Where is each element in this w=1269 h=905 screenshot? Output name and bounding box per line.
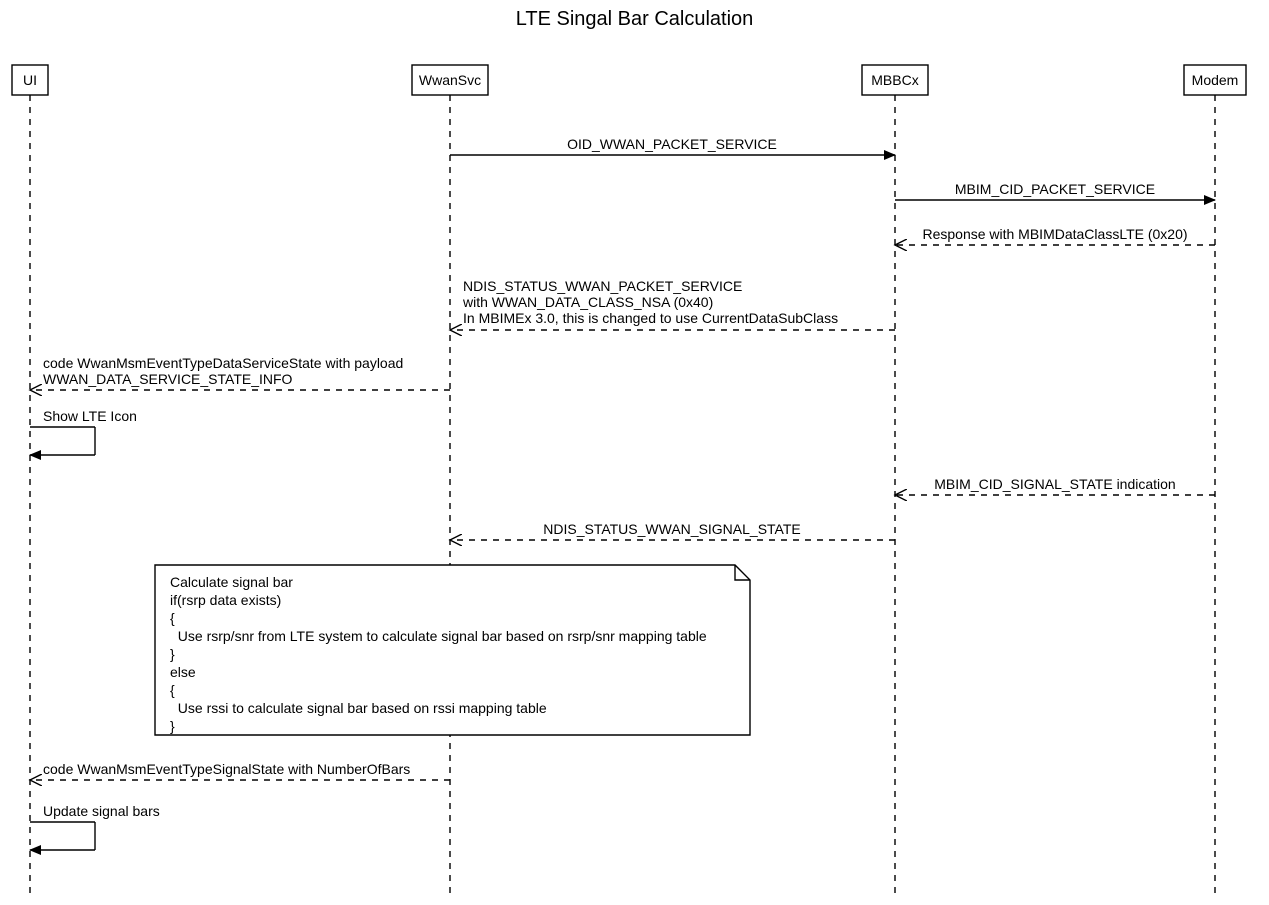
svg-text:code WwanMsmEventTypeSignalSta: code WwanMsmEventTypeSignalState with Nu… [43, 761, 410, 777]
note-calculate-signal-bar: Calculate signal bar if(rsrp data exists… [155, 565, 750, 735]
svg-text:}: } [170, 646, 175, 662]
svg-text:{: { [170, 610, 175, 626]
svg-text:OID_WWAN_PACKET_SERVICE: OID_WWAN_PACKET_SERVICE [567, 136, 777, 152]
svg-text:NDIS_STATUS_WWAN_PACKET_SERVIC: NDIS_STATUS_WWAN_PACKET_SERVICE [463, 278, 742, 294]
svg-text:UI: UI [23, 72, 37, 88]
actor-ui: UI [12, 65, 48, 95]
svg-text:Show LTE Icon: Show LTE Icon [43, 408, 137, 424]
svg-text:else: else [170, 664, 196, 680]
actor-wwansvc: WwanSvc [412, 65, 488, 95]
svg-text:Use rssi to calculate signal b: Use rssi to calculate signal bar based o… [170, 700, 547, 716]
msg-ndis-status-wwan-signal-state: NDIS_STATUS_WWAN_SIGNAL_STATE [450, 521, 895, 540]
msg-ndis-status-wwan-packet-service: NDIS_STATUS_WWAN_PACKET_SERVICE with WWA… [450, 278, 895, 330]
svg-text:MBIM_CID_SIGNAL_STATE indicati: MBIM_CID_SIGNAL_STATE indication [934, 476, 1175, 492]
svg-text:NDIS_STATUS_WWAN_SIGNAL_STATE: NDIS_STATUS_WWAN_SIGNAL_STATE [543, 521, 801, 537]
svg-text:Use rsrp/snr from LTE system t: Use rsrp/snr from LTE system to calculat… [170, 628, 707, 644]
msg-wwanmsmeventtypedataservicestate: code WwanMsmEventTypeDataServiceState wi… [30, 355, 450, 390]
svg-text:Response with MBIMDataClassLTE: Response with MBIMDataClassLTE (0x20) [922, 226, 1187, 242]
svg-text:if(rsrp data exists): if(rsrp data exists) [170, 592, 281, 608]
diagram-title: LTE Singal Bar Calculation [0, 8, 1269, 31]
svg-text:In MBIMEx 3.0, this is changed: In MBIMEx 3.0, this is changed to use Cu… [463, 310, 838, 326]
svg-text:WWAN_DATA_SERVICE_STATE_INFO: WWAN_DATA_SERVICE_STATE_INFO [43, 371, 293, 387]
actor-mbbcx: MBBCx [862, 65, 928, 95]
svg-text:{: { [170, 682, 175, 698]
svg-text:MBBCx: MBBCx [871, 72, 918, 88]
msg-wwanmsmeventtypesignalstate: code WwanMsmEventTypeSignalState with Nu… [30, 761, 450, 780]
actor-modem: Modem [1184, 65, 1246, 95]
svg-text:Update signal bars: Update signal bars [43, 803, 160, 819]
svg-text:Calculate signal bar: Calculate signal bar [170, 574, 293, 590]
svg-text:code WwanMsmEventTypeDataServi: code WwanMsmEventTypeDataServiceState wi… [43, 355, 403, 371]
svg-text:WwanSvc: WwanSvc [419, 72, 481, 88]
msg-mbim-cid-packet-service: MBIM_CID_PACKET_SERVICE [895, 181, 1215, 200]
msg-mbim-cid-signal-state-indication: MBIM_CID_SIGNAL_STATE indication [895, 476, 1215, 495]
svg-text:Modem: Modem [1192, 72, 1239, 88]
msg-oid-wwan-packet-service: OID_WWAN_PACKET_SERVICE [450, 136, 895, 155]
sequence-diagram: UI WwanSvc MBBCx Modem OID_WWAN_PACKET_S… [0, 35, 1269, 905]
self-update-signal-bars: Update signal bars [30, 803, 160, 850]
svg-text:with WWAN_DATA_CLASS_NSA (0x40: with WWAN_DATA_CLASS_NSA (0x40) [462, 294, 713, 310]
svg-text:MBIM_CID_PACKET_SERVICE: MBIM_CID_PACKET_SERVICE [955, 181, 1155, 197]
self-show-lte-icon: Show LTE Icon [30, 408, 137, 455]
msg-response-mbimdataclasslte: Response with MBIMDataClassLTE (0x20) [895, 226, 1215, 245]
svg-text:}: } [170, 718, 175, 734]
